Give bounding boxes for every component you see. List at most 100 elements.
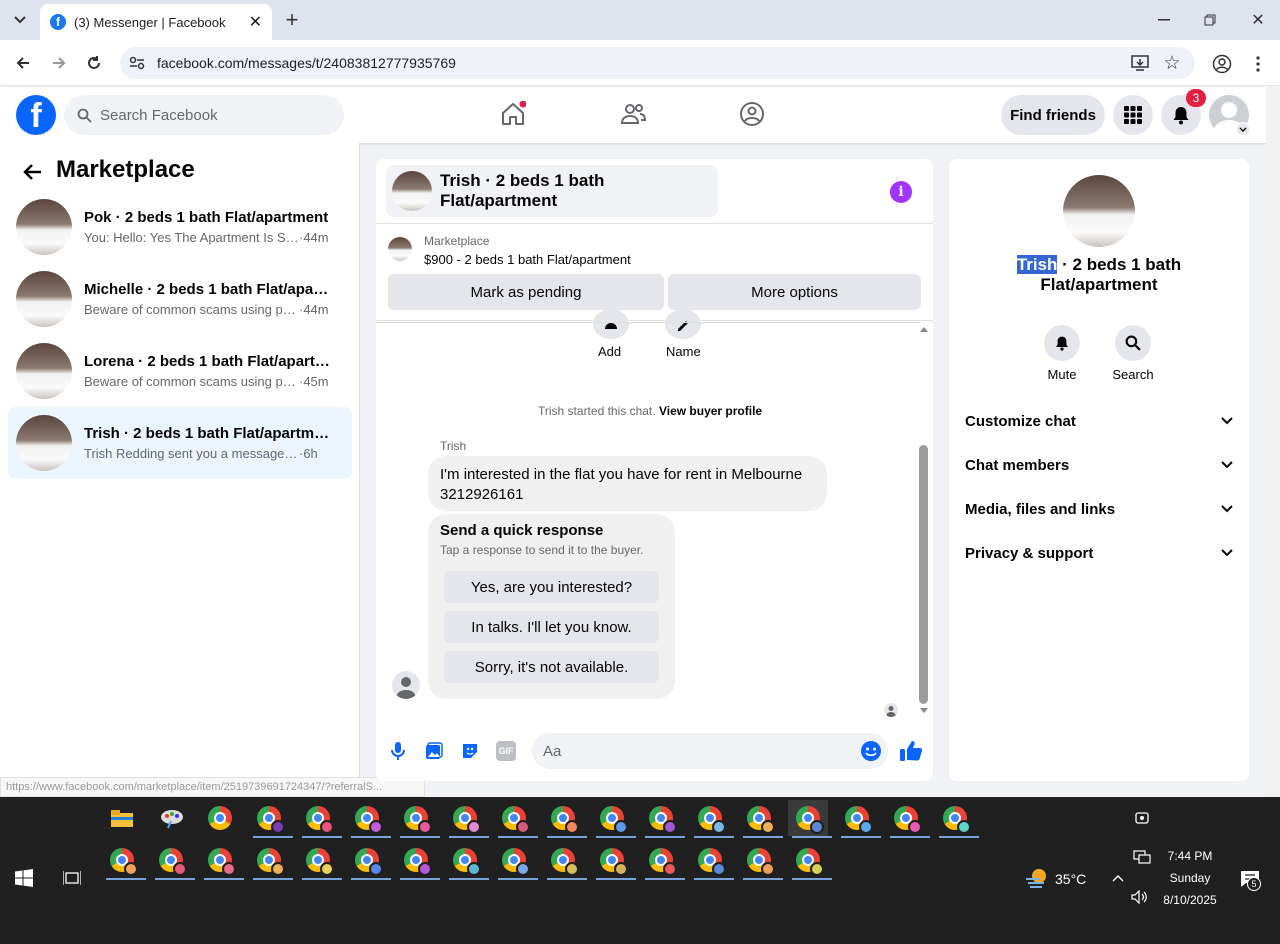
photo-icon[interactable] [424,741,444,761]
chrome-profile-taskbar-icon[interactable] [494,800,538,838]
browser-menu-icon[interactable] [1250,52,1266,76]
conversation-item[interactable]: Lorena · 2 beds 1 bath Flat/apartm... Be… [8,335,352,407]
media-files-links-row[interactable]: Media, files and links [965,497,1233,521]
chrome-profile-taskbar-icon[interactable] [298,842,342,880]
chat-members-row[interactable]: Chat members [965,453,1233,477]
chrome-profile-taskbar-icon[interactable] [494,842,538,880]
search-conversation-button[interactable]: Search [1103,325,1163,382]
weather-temp[interactable]: 35°C [1055,871,1086,887]
paint-app-icon[interactable] [152,800,192,836]
profile-icon[interactable] [1210,52,1234,76]
weather-icon[interactable] [1024,866,1050,890]
conversation-item-active[interactable]: Trish · 2 beds 1 bath Flat/apartment Tri… [8,407,352,479]
address-bar[interactable]: facebook.com/messages/t/2408381277793576… [120,47,1195,79]
chrome-profile-taskbar-icon[interactable] [249,842,293,880]
minimize-icon[interactable] [1152,10,1176,30]
chrome-profile-taskbar-icon[interactable] [690,842,734,880]
message-input[interactable]: Aa [532,733,888,769]
bookmark-star-icon[interactable]: ☆ [1162,53,1182,74]
task-view-icon[interactable] [52,860,92,896]
quick-reply-button[interactable]: Sorry, it's not available. [444,651,659,683]
scroll-down-icon[interactable] [919,706,929,716]
quick-reply-button[interactable]: In talks. I'll let you know. [444,611,659,643]
customize-chat-row[interactable]: Customize chat [965,409,1233,433]
chrome-profile-taskbar-icon[interactable] [102,842,146,880]
tab-close-icon[interactable]: ✕ [249,12,262,32]
forward-icon[interactable] [48,52,70,74]
chrome-profile-taskbar-icon[interactable] [690,800,734,838]
chrome-profile-taskbar-icon[interactable] [543,800,587,838]
install-app-icon[interactable] [1130,53,1150,73]
new-tab-icon[interactable]: + [282,7,302,32]
chrome-profile-taskbar-icon[interactable] [837,800,881,838]
volume-icon[interactable] [1130,888,1150,906]
network-icon[interactable] [1132,848,1152,866]
listing-title[interactable]: $900 - 2 beds 1 bath Flat/apartment [424,252,631,267]
file-explorer-icon[interactable] [102,800,142,836]
groups-icon[interactable] [737,99,767,129]
chrome-profile-taskbar-icon[interactable] [445,842,489,880]
chrome-profile-taskbar-icon[interactable] [543,842,587,880]
sender-avatar[interactable] [392,671,420,699]
chat-header[interactable]: Trish · 2 beds 1 bath Flat/apartment [386,165,718,217]
close-window-icon[interactable]: ✕ [1246,10,1270,30]
chrome-icon[interactable] [200,800,240,836]
view-buyer-profile-link[interactable]: View buyer profile [659,404,762,418]
facebook-search-input[interactable]: Search Facebook [64,95,344,135]
microphone-icon[interactable] [388,741,408,761]
chrome-profile-taskbar-icon[interactable] [592,800,636,838]
account-chevron-icon[interactable] [1236,122,1250,136]
edit-name-icon[interactable] [665,309,701,339]
tab-list-icon[interactable] [8,8,32,32]
mute-button[interactable]: Mute [1032,325,1092,382]
home-icon[interactable] [498,99,528,129]
chrome-profile-taskbar-icon[interactable] [445,800,489,838]
browser-tab-messenger[interactable]: f (3) Messenger | Facebook ✕ [40,4,272,40]
reload-icon[interactable] [83,52,105,74]
site-info-icon[interactable] [128,54,146,72]
sticker-icon[interactable] [460,741,480,761]
menu-grid-icon[interactable] [1113,95,1153,135]
quick-reply-button[interactable]: Yes, are you interested? [444,571,659,603]
add-contact-icon[interactable] [593,309,629,339]
privacy-support-row[interactable]: Privacy & support [965,541,1233,565]
meet-now-icon[interactable] [1122,800,1162,836]
chrome-profile-taskbar-icon[interactable] [347,800,391,838]
chrome-profile-taskbar-icon[interactable] [739,842,783,880]
restore-icon[interactable] [1198,10,1222,30]
friends-icon[interactable] [618,99,648,129]
scroll-up-icon[interactable] [919,324,929,334]
show-hidden-icons-icon[interactable] [1108,868,1128,888]
more-options-button[interactable]: More options [668,274,921,310]
chrome-profile-taskbar-icon[interactable] [347,842,391,880]
back-icon[interactable] [12,52,34,74]
emoji-icon[interactable] [860,740,882,762]
chrome-profile-taskbar-icon[interactable] [396,842,440,880]
find-friends-button[interactable]: Find friends [1001,95,1105,135]
info-icon[interactable]: i [890,181,912,203]
chrome-profile-taskbar-icon[interactable] [641,800,685,838]
chat-scroll-thumb[interactable] [919,445,928,704]
chrome-profile-taskbar-icon[interactable] [788,842,832,880]
avatar[interactable] [1063,175,1135,247]
conversation-item[interactable]: Michelle · 2 beds 1 bath Flat/apart... B… [8,263,352,335]
windows-start-icon[interactable] [4,860,44,896]
chrome-profile-taskbar-icon[interactable] [592,842,636,880]
like-thumb-icon[interactable] [898,739,924,763]
chrome-profile-taskbar-icon[interactable] [886,800,930,838]
message-bubble[interactable]: I'm interested in the flat you have for … [428,456,827,511]
clock-time[interactable]: 7:44 PM [1152,849,1228,863]
chrome-profile-taskbar-icon[interactable] [788,800,832,838]
chrome-profile-taskbar-icon[interactable] [298,800,342,838]
chrome-profile-taskbar-icon[interactable] [935,800,979,838]
gif-icon[interactable]: GIF [496,741,516,761]
chrome-profile-taskbar-icon[interactable] [249,800,293,838]
facebook-logo[interactable]: f [16,95,56,135]
chrome-profile-taskbar-icon[interactable] [396,800,440,838]
conversation-item[interactable]: Pok · 2 beds 1 bath Flat/apartment You: … [8,191,352,263]
chrome-profile-taskbar-icon[interactable] [641,842,685,880]
page-scrollbar[interactable] [1266,87,1280,797]
chrome-profile-taskbar-icon[interactable] [739,800,783,838]
chrome-profile-taskbar-icon[interactable] [151,842,195,880]
chrome-profile-taskbar-icon[interactable] [200,842,244,880]
